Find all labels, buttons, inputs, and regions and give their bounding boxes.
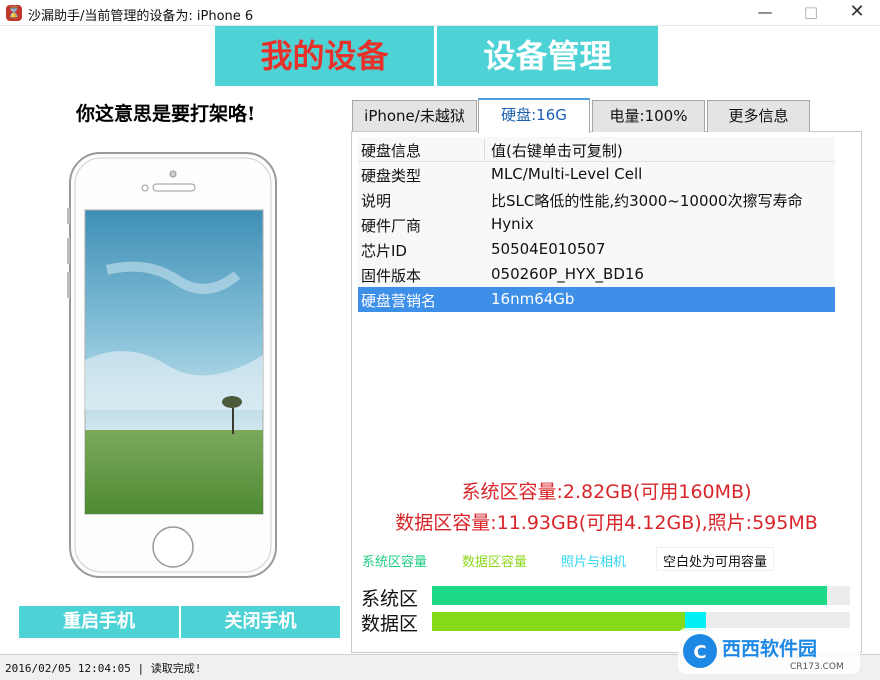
restart-phone-button[interactable]: 重启手机 bbox=[19, 606, 179, 638]
header-key: 硬盘信息 bbox=[361, 142, 422, 160]
list-item[interactable]: 硬盘类型 MLC/Multi-Level Cell bbox=[358, 162, 835, 187]
status-text: 2016/02/05 12:04:05 | 读取完成! bbox=[5, 662, 202, 675]
item-value: 比SLC略低的性能,约3000~10000次擦写寿命 bbox=[491, 192, 803, 210]
list-item[interactable]: 芯片ID 50504E010507 bbox=[358, 237, 835, 262]
maximize-button[interactable]: □ bbox=[788, 0, 834, 26]
system-usage-bar bbox=[432, 586, 850, 605]
phone-illustration bbox=[67, 152, 277, 578]
tab-battery[interactable]: 电量:100% bbox=[592, 100, 705, 132]
watermark-logo: C 西西软件园 CR173.COM bbox=[678, 628, 860, 674]
item-key: 说明 bbox=[361, 192, 392, 210]
system-bar-label: 系统区 bbox=[361, 588, 419, 610]
nav-my-device[interactable]: 我的设备 bbox=[215, 26, 434, 86]
tab-jailbreak[interactable]: iPhone/未越狱 bbox=[352, 100, 477, 132]
tab-more-info[interactable]: 更多信息 bbox=[707, 100, 810, 132]
list-item-selected[interactable]: 硬盘营销名 16nm64Gb bbox=[358, 287, 835, 312]
legend-photo: 照片与相机 bbox=[561, 555, 627, 570]
column-divider[interactable] bbox=[484, 139, 485, 159]
system-usage-fill bbox=[432, 586, 827, 605]
svg-text:C: C bbox=[693, 642, 706, 663]
list-item[interactable]: 固件版本 050260P_HYX_BD16 bbox=[358, 262, 835, 287]
item-value: MLC/Multi-Level Cell bbox=[491, 165, 643, 183]
item-value: 16nm64Gb bbox=[491, 290, 575, 308]
nav-device-manage[interactable]: 设备管理 bbox=[437, 26, 658, 86]
data-capacity-text: 数据区容量:11.93GB(可用4.12GB),照片:595MB bbox=[395, 512, 818, 534]
item-value: Hynix bbox=[491, 215, 534, 233]
list-item[interactable]: 硬件厂商 Hynix bbox=[358, 212, 835, 237]
data-bar-label: 数据区 bbox=[361, 613, 419, 635]
hourglass-icon: ⌛ bbox=[6, 5, 22, 21]
disk-info-list[interactable]: 硬盘信息 值(右键单击可复制) 硬盘类型 MLC/Multi-Level Cel… bbox=[358, 137, 835, 312]
shutdown-phone-button[interactable]: 关闭手机 bbox=[181, 606, 340, 638]
legend-free: 空白处为可用容量 bbox=[656, 547, 775, 571]
list-header: 硬盘信息 值(右键单击可复制) bbox=[358, 137, 835, 162]
item-key: 硬盘类型 bbox=[361, 167, 422, 185]
system-capacity-text: 系统区容量:2.82GB(可用160MB) bbox=[461, 481, 752, 503]
legend-data: 数据区容量 bbox=[462, 555, 528, 570]
list-item[interactable]: 说明 比SLC略低的性能,约3000~10000次擦写寿命 bbox=[358, 187, 835, 212]
item-key: 硬件厂商 bbox=[361, 217, 422, 235]
data-usage-fill bbox=[432, 612, 685, 631]
item-key: 芯片ID bbox=[361, 242, 407, 260]
header-value: 值(右键单击可复制) bbox=[491, 142, 623, 160]
tab-disk[interactable]: 硬盘:16G bbox=[478, 98, 590, 133]
item-key: 硬盘营销名 bbox=[361, 292, 437, 310]
title-bar: ⌛ 沙漏助手/当前管理的设备为: iPhone 6 — □ ✕ bbox=[0, 0, 880, 26]
item-value: 050260P_HYX_BD16 bbox=[491, 265, 644, 283]
window-title: 沙漏助手/当前管理的设备为: iPhone 6 bbox=[28, 9, 254, 24]
close-button[interactable]: ✕ bbox=[834, 0, 880, 26]
item-key: 固件版本 bbox=[361, 267, 422, 285]
item-value: 50504E010507 bbox=[491, 240, 606, 258]
svg-text:西西软件园: 西西软件园 bbox=[722, 637, 817, 660]
svg-text:CR173.COM: CR173.COM bbox=[790, 662, 844, 672]
slogan-text: 你这意思是要打架咯! bbox=[76, 103, 256, 125]
legend-system: 系统区容量 bbox=[362, 555, 428, 570]
minimize-button[interactable]: — bbox=[742, 0, 788, 26]
